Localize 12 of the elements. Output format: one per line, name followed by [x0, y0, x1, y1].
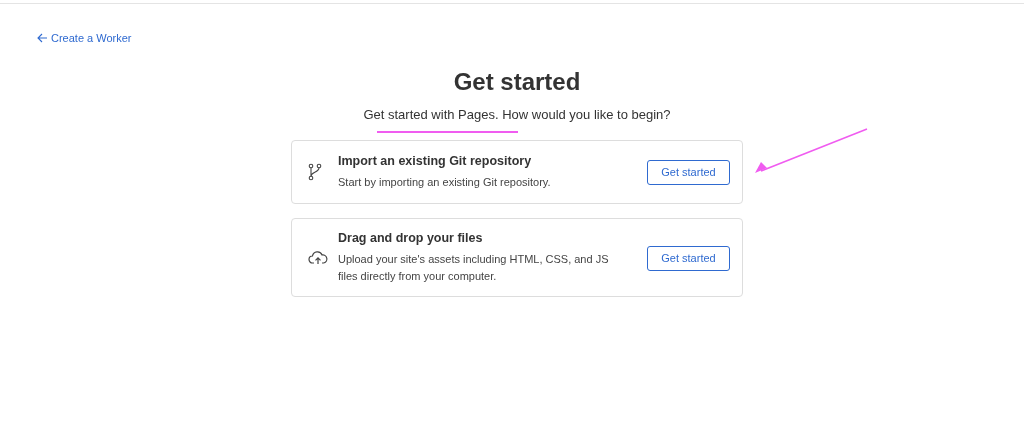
option-description: Upload your site's assets including HTML, CSS, and JS files directly from your computer. [338, 252, 610, 284]
option-title: Import an existing Git repository [338, 153, 533, 168]
back-arrow-icon [37, 33, 48, 43]
option-description: Start by importing an existing Git repository. [338, 174, 552, 190]
back-link[interactable]: Create a Worker [37, 32, 132, 44]
option-title: Drag and drop your files [338, 231, 484, 245]
page-subtitle: Get started with Pages. How would you like to begin? [362, 107, 672, 123]
get-started-button[interactable]: Get started [647, 245, 730, 271]
cloud-upload-icon [308, 251, 328, 265]
page-title: Get started [452, 68, 582, 96]
branch-icon [308, 163, 322, 181]
get-started-button[interactable]: Get started [647, 159, 730, 185]
